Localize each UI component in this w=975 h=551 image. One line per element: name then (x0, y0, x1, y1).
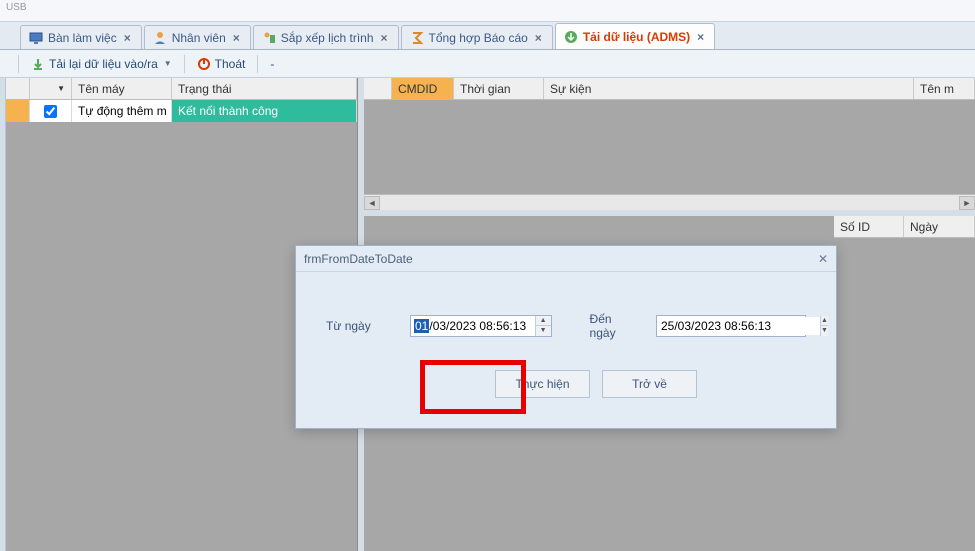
button-row: Thực hiện Trở về (386, 370, 806, 398)
logout-button[interactable]: Thoát (191, 55, 252, 73)
grid-header: ▼ Tên máy Trạng thái (6, 78, 357, 100)
chevron-down-icon: ▼ (57, 84, 65, 93)
empty-dropdown[interactable]: - (264, 55, 280, 73)
tab-close-icon[interactable]: × (379, 31, 390, 45)
from-date-label: Từ ngày (326, 319, 392, 333)
scroll-right-icon[interactable]: ► (959, 196, 975, 210)
spin-up-icon[interactable]: ▲ (536, 316, 551, 326)
from-date-input[interactable]: 01/03/2023 08:56:13 ▲▼ (410, 315, 552, 337)
to-date-label: Đến ngày (590, 312, 638, 340)
grid-header: CMDID Thời gian Sự kiện Tên m (364, 78, 975, 100)
tab-employees[interactable]: Nhân viên × (144, 25, 251, 49)
power-icon (197, 57, 211, 71)
grid-body (364, 100, 975, 194)
from-date-value: 01/03/2023 08:56:13 (411, 319, 526, 333)
separator (184, 55, 185, 73)
tool-label: Thoát (215, 57, 246, 71)
separator (18, 55, 19, 73)
execute-button[interactable]: Thực hiện (495, 370, 590, 398)
dialog-body: Từ ngày 01/03/2023 08:56:13 ▲▼ Đến ngày … (296, 272, 836, 418)
checkbox-column[interactable]: ▼ (30, 78, 72, 99)
col-date[interactable]: Ngày (904, 216, 975, 237)
form-row: Từ ngày 01/03/2023 08:56:13 ▲▼ Đến ngày … (326, 312, 806, 340)
selector-column[interactable] (364, 78, 392, 99)
tab-label: Tải dữ liệu (ADMS) (583, 30, 690, 44)
row-selector[interactable] (6, 100, 30, 122)
desktop-icon (29, 31, 43, 45)
to-date-value[interactable] (657, 317, 820, 335)
spin-buttons[interactable]: ▲▼ (535, 316, 551, 336)
scroll-left-icon[interactable]: ◄ (364, 196, 380, 210)
col-event[interactable]: Sự kiện (544, 78, 914, 99)
tool-label: Tải lại dữ liệu vào/ra (49, 57, 158, 71)
spin-down-icon[interactable]: ▼ (821, 326, 828, 336)
back-button[interactable]: Trở về (602, 370, 697, 398)
grid-header: Số ID Ngày (834, 216, 975, 238)
tab-label: Tổng hợp Báo cáo (429, 31, 528, 45)
top-strip: USB (0, 0, 975, 22)
tab-close-icon[interactable]: × (533, 31, 544, 45)
chevron-down-icon: ▼ (164, 59, 172, 68)
tab-label: Nhân viên (172, 31, 226, 45)
dialog-title: frmFromDateToDate (304, 252, 413, 266)
cell-status: Kết nối thành công (172, 100, 357, 122)
col-machine-name[interactable]: Tên máy (72, 78, 172, 99)
tab-download-adms[interactable]: Tải dữ liệu (ADMS) × (555, 23, 715, 49)
spin-buttons[interactable]: ▲▼ (820, 316, 828, 336)
cell-machine-name: Tự động thêm m (72, 100, 172, 122)
tool-label: - (270, 57, 274, 71)
date-range-dialog: frmFromDateToDate ✕ Từ ngày 01/03/2023 0… (295, 245, 837, 429)
scroll-track[interactable] (380, 196, 959, 210)
separator (257, 55, 258, 73)
col-cmdid[interactable]: CMDID (392, 78, 454, 99)
tab-schedule[interactable]: Sắp xếp lịch trình × (253, 25, 399, 49)
event-grid: CMDID Thời gian Sự kiện Tên m ◄ ► (364, 78, 975, 210)
toolbar: Tải lại dữ liệu vào/ra ▼ Thoát - (0, 50, 975, 78)
spin-down-icon[interactable]: ▼ (536, 326, 551, 336)
tab-bar: Bàn làm việc × Nhân viên × Sắp xếp lịch … (0, 22, 975, 50)
tab-label: Sắp xếp lịch trình (281, 31, 374, 45)
tab-desktop[interactable]: Bàn làm việc × (20, 25, 142, 49)
schedule-icon (262, 31, 276, 45)
table-row[interactable]: Tự động thêm m Kết nối thành công (6, 100, 357, 122)
dialog-titlebar[interactable]: frmFromDateToDate ✕ (296, 246, 836, 272)
reload-data-button[interactable]: Tải lại dữ liệu vào/ra ▼ (25, 55, 178, 73)
tab-close-icon[interactable]: × (695, 30, 706, 44)
sigma-icon (410, 31, 424, 45)
col-machine[interactable]: Tên m (914, 78, 975, 99)
close-icon[interactable]: ✕ (818, 252, 828, 266)
tab-close-icon[interactable]: × (122, 31, 133, 45)
selector-column[interactable] (6, 78, 30, 99)
tab-close-icon[interactable]: × (231, 31, 242, 45)
row-checkbox[interactable] (44, 105, 57, 118)
col-status[interactable]: Trạng thái (172, 78, 357, 99)
tab-report[interactable]: Tổng hợp Báo cáo × (401, 25, 553, 49)
tab-label: Bàn làm việc (48, 31, 117, 45)
person-icon (153, 31, 167, 45)
to-date-input[interactable]: ▲▼ (656, 315, 806, 337)
spin-up-icon[interactable]: ▲ (821, 316, 828, 326)
col-id[interactable]: Số ID (834, 216, 904, 237)
row-checkbox-cell (30, 100, 72, 122)
horizontal-scrollbar[interactable]: ◄ ► (364, 194, 975, 210)
download-arrow-icon (31, 57, 45, 71)
col-time[interactable]: Thời gian (454, 78, 544, 99)
download-icon (564, 30, 578, 44)
